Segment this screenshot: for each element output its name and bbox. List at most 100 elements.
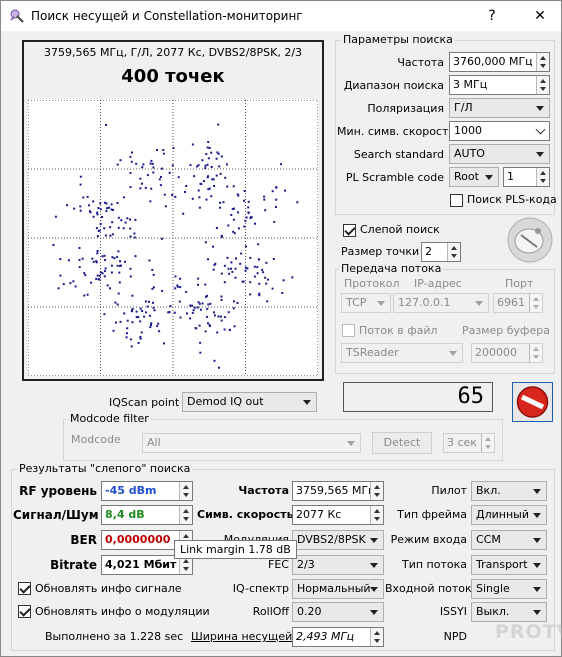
constellation-point bbox=[131, 321, 134, 324]
freq-spinner-icon[interactable] bbox=[370, 482, 383, 500]
constellation-point bbox=[161, 237, 164, 240]
constellation-point bbox=[223, 328, 226, 331]
constellation-point bbox=[101, 216, 103, 218]
bandwidth-link[interactable]: Ширина несущей bbox=[191, 630, 292, 643]
port-input[interactable]: 6961 bbox=[493, 293, 543, 313]
constellation-point bbox=[237, 211, 239, 214]
update-modulation-checkbox[interactable] bbox=[18, 605, 31, 618]
blind-search-checkbox[interactable] bbox=[343, 224, 356, 237]
search-standard-select[interactable]: AUTO bbox=[449, 144, 550, 164]
modcode-filter-title: Modcode filter bbox=[68, 412, 151, 425]
range-spinner-icon[interactable] bbox=[536, 76, 549, 94]
constellation-point bbox=[235, 257, 237, 260]
dropdown-arrow-icon bbox=[533, 587, 541, 592]
point-size-input[interactable]: 2 bbox=[421, 242, 461, 262]
constellation-point bbox=[263, 198, 266, 201]
pls-search-checkbox[interactable] bbox=[450, 194, 463, 207]
constellation-point bbox=[152, 171, 155, 174]
snr-spinner-icon[interactable] bbox=[179, 506, 192, 524]
constellation-point bbox=[122, 196, 125, 199]
snr-value: 8,4 dB bbox=[101, 505, 193, 525]
buffer-size-input[interactable]: 200000 bbox=[471, 343, 543, 363]
constellation-point bbox=[227, 311, 230, 314]
constellation-point bbox=[247, 206, 250, 209]
ip-address-select[interactable]: 127.0.0.1 bbox=[393, 293, 489, 313]
constellation-point bbox=[151, 162, 154, 165]
polarization-select[interactable]: Г/Л bbox=[449, 98, 550, 118]
input-stream-select[interactable]: Single bbox=[471, 579, 547, 599]
close-button[interactable]: ✕ bbox=[525, 5, 555, 27]
constellation-point bbox=[129, 267, 132, 270]
issyi-select[interactable]: Выкл. bbox=[471, 602, 547, 622]
constellation-point bbox=[232, 218, 235, 221]
bitrate-label: Bitrate bbox=[50, 558, 97, 572]
constellation-point bbox=[219, 172, 222, 175]
constellation-point bbox=[232, 230, 235, 233]
stop-button[interactable] bbox=[512, 382, 553, 422]
constellation-point bbox=[146, 174, 149, 177]
help-button[interactable]: ? bbox=[477, 5, 507, 27]
constellation-point bbox=[263, 195, 266, 198]
pl-scramble-code-input[interactable]: 1 bbox=[503, 167, 550, 187]
constellation-point bbox=[257, 258, 260, 261]
constellation-point bbox=[116, 255, 119, 258]
input-mode-select[interactable]: CCM bbox=[471, 530, 547, 550]
constellation-point bbox=[139, 177, 142, 180]
constellation-point bbox=[219, 206, 221, 209]
detect-time-input[interactable]: 3 сек bbox=[443, 433, 495, 453]
constellation-point bbox=[275, 186, 278, 189]
time-spinner-icon[interactable] bbox=[481, 434, 494, 452]
constellation-point bbox=[52, 244, 55, 246]
constellation-point bbox=[275, 198, 278, 201]
modulation-select[interactable]: DVBS2/8PSK bbox=[292, 530, 384, 550]
constellation-point bbox=[137, 342, 140, 344]
stream-to-file-label: Поток в файл bbox=[359, 324, 438, 337]
constellation-point bbox=[207, 258, 209, 261]
frame-type-select[interactable]: Длинный bbox=[471, 505, 547, 525]
constellation-point bbox=[265, 282, 268, 285]
iq-spectrum-select[interactable]: Нормальный bbox=[292, 579, 384, 599]
constellation-point bbox=[54, 215, 57, 218]
search-params-title: Параметры поиска bbox=[341, 33, 455, 46]
constellation-point bbox=[209, 302, 212, 305]
rolloff-select[interactable]: 0.20 bbox=[292, 602, 384, 622]
constellation-point bbox=[192, 309, 195, 312]
stream-to-file-checkbox[interactable] bbox=[342, 324, 355, 337]
constellation-point bbox=[253, 275, 256, 278]
update-signal-checkbox[interactable] bbox=[18, 582, 31, 595]
pl-scramble-mode-select[interactable]: Root bbox=[449, 167, 499, 187]
constellation-point bbox=[178, 300, 181, 303]
constellation-point bbox=[227, 224, 230, 227]
fec-select[interactable]: 2/3 bbox=[292, 555, 384, 575]
rf-spinner-icon[interactable] bbox=[179, 482, 192, 500]
constellation-point bbox=[168, 171, 171, 174]
constellation-point bbox=[271, 287, 274, 290]
range-input[interactable]: 3 МГц bbox=[449, 75, 550, 95]
reader-select[interactable]: TSReader bbox=[341, 343, 463, 363]
constellation-point bbox=[119, 159, 122, 162]
stream-type-select[interactable]: Transport bbox=[471, 555, 547, 575]
result-symbol-rate-label: Симв. скорость bbox=[197, 508, 294, 521]
constellation-point bbox=[88, 204, 91, 207]
constellation-point bbox=[197, 164, 200, 167]
constellation-point bbox=[145, 311, 147, 314]
fec-label: FEC bbox=[268, 558, 289, 571]
pilot-select[interactable]: Вкл. bbox=[471, 481, 547, 501]
detect-button[interactable]: Detect bbox=[372, 432, 432, 454]
bw-spinner-icon[interactable] bbox=[370, 628, 383, 646]
constellation-point bbox=[120, 264, 122, 267]
constellation-point bbox=[126, 332, 128, 335]
pl-code-spinner-icon[interactable] bbox=[536, 168, 549, 186]
point-size-spinner-icon[interactable] bbox=[447, 243, 460, 261]
frequency-spinner-icon[interactable] bbox=[536, 53, 549, 71]
min-symbol-rate-select[interactable]: 1000 bbox=[449, 121, 550, 141]
buffer-spinner-icon[interactable] bbox=[529, 344, 542, 362]
constellation-point bbox=[139, 320, 142, 323]
port-spinner-icon[interactable] bbox=[529, 294, 542, 312]
sr-spinner-icon[interactable] bbox=[370, 506, 383, 524]
frequency-input[interactable]: 3760,000 МГц bbox=[449, 52, 550, 72]
protocol-select[interactable]: TCP bbox=[341, 293, 391, 313]
iqscan-select[interactable]: Demod IQ out bbox=[182, 392, 317, 412]
constellation-point bbox=[189, 317, 192, 320]
modcode-select[interactable]: All bbox=[142, 433, 361, 453]
